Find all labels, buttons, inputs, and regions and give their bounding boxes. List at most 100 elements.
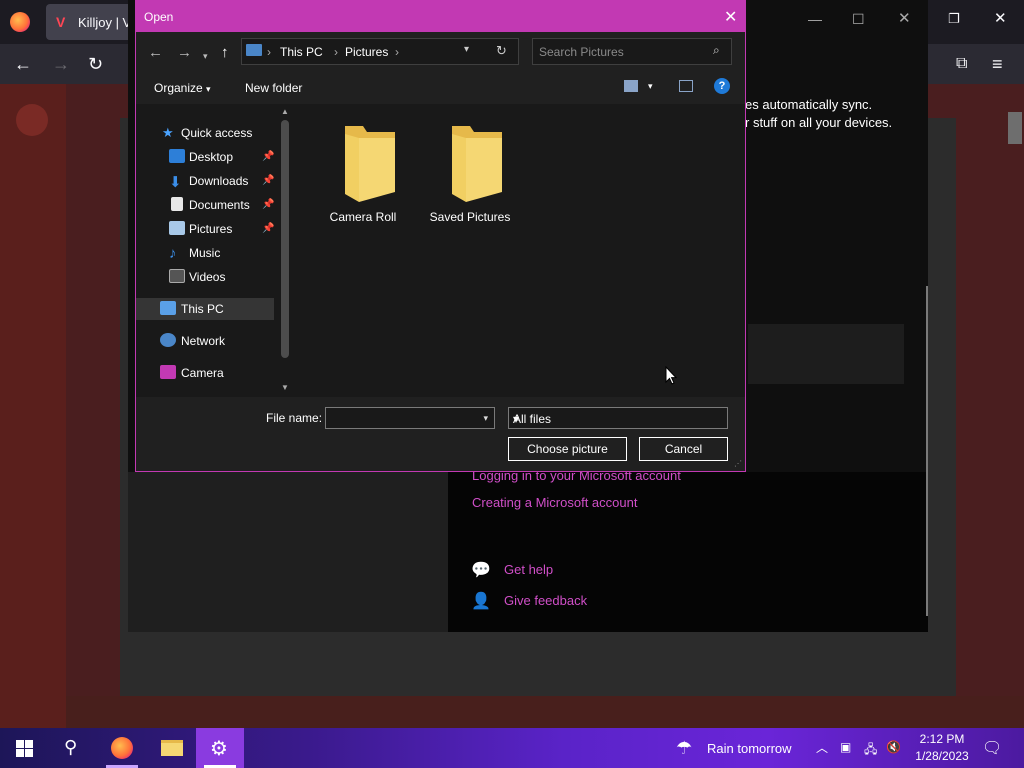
weather-text[interactable]: Rain tomorrow xyxy=(707,741,792,756)
recent-locations-icon[interactable]: ▾ xyxy=(203,47,208,65)
camera-icon xyxy=(160,365,176,379)
give-feedback-link[interactable]: Give feedback xyxy=(504,593,587,608)
search-icon[interactable]: ⌕ xyxy=(713,43,720,58)
show-hidden-icons-icon[interactable]: ︿ xyxy=(816,739,828,756)
folder-saved-pictures[interactable]: Saved Pictures xyxy=(422,122,518,224)
network-icon xyxy=(160,333,176,347)
address-row: ← → ▾ ↑ › This PC › Pictures › ▾ ↻ ⌕ xyxy=(136,32,745,72)
breadcrumb-pictures[interactable]: Pictures xyxy=(345,45,388,59)
organize-button[interactable]: Organize ▾ xyxy=(154,81,211,95)
reload-icon[interactable]: ↻ xyxy=(88,55,103,73)
refresh-icon[interactable]: ↻ xyxy=(496,43,507,59)
desktop-icon xyxy=(169,149,185,163)
start-button[interactable] xyxy=(0,728,48,768)
dialog-title-bar: Open ✕ xyxy=(136,1,745,32)
folder-label: Saved Pictures xyxy=(429,210,511,224)
firefox-logo-icon[interactable] xyxy=(10,12,30,32)
choose-picture-button[interactable]: Choose picture xyxy=(508,437,627,461)
nav-item-music[interactable]: ♪ Music xyxy=(136,242,274,264)
address-dropdown-icon[interactable]: ▾ xyxy=(464,44,469,55)
folder-icon xyxy=(345,126,395,202)
settings-taskbar-button[interactable]: ⚙ xyxy=(196,728,244,768)
address-bar[interactable]: › This PC › Pictures › ▾ ↻ xyxy=(241,38,519,65)
get-help-link[interactable]: Get help xyxy=(504,562,553,577)
dialog-bottom-area: File name: ▾ All files ▾ Choose picture … xyxy=(136,397,745,471)
browser-close-icon[interactable]: ✕ xyxy=(994,10,1007,28)
settings-close-icon[interactable]: ✕ xyxy=(898,10,911,28)
nav-item-network[interactable]: Network xyxy=(136,330,274,352)
nav-item-downloads[interactable]: ⬇ Downloads 📌 xyxy=(136,170,274,192)
breadcrumb-separator: › xyxy=(395,45,399,59)
back-icon[interactable]: ← xyxy=(14,55,32,73)
weather-rain-icon[interactable]: ☂ xyxy=(676,738,692,759)
settings-left-pane xyxy=(128,472,448,632)
preview-pane-icon[interactable] xyxy=(679,80,693,92)
restore-icon[interactable]: ❐ xyxy=(948,10,960,28)
search-input[interactable] xyxy=(539,44,709,60)
pin-icon: 📌 xyxy=(262,223,275,234)
cancel-button[interactable]: Cancel xyxy=(639,437,728,461)
volume-muted-icon[interactable]: 🔇 xyxy=(886,740,901,754)
new-folder-button[interactable]: New folder xyxy=(245,81,302,95)
gear-icon: ⚙ xyxy=(210,738,228,760)
breadcrumb-separator: › xyxy=(267,45,271,59)
dialog-close-icon[interactable]: ✕ xyxy=(724,7,737,27)
chevron-down-icon: ▾ xyxy=(513,412,520,426)
web-page-bottom-strip xyxy=(66,696,1024,728)
resize-grip-icon[interactable]: ⋰ xyxy=(734,459,742,468)
folder-icon xyxy=(452,126,502,202)
extensions-icon[interactable]: ⧉ xyxy=(956,55,967,73)
file-name-label: File name: xyxy=(266,411,323,425)
chevron-down-icon[interactable]: ▾ xyxy=(483,413,488,424)
nav-item-documents[interactable]: Documents 📌 xyxy=(136,194,274,216)
search-taskbar-button[interactable]: ⚲ xyxy=(48,728,96,768)
nav-item-pictures[interactable]: Pictures 📌 xyxy=(136,218,274,240)
dialog-back-icon[interactable]: ← xyxy=(148,44,163,62)
firefox-taskbar-button[interactable] xyxy=(98,728,146,768)
dialog-toolbar: Organize ▾ New folder ▾ ? xyxy=(136,72,745,104)
help-icon[interactable]: ? xyxy=(714,78,730,94)
page-scrollbar-thumb[interactable] xyxy=(1008,112,1022,144)
network-tray-icon[interactable]: 🖧 xyxy=(864,740,877,761)
chevron-down-icon: ▾ xyxy=(206,84,211,94)
dialog-forward-icon[interactable]: → xyxy=(177,44,192,62)
navigation-pane: ★ Quick access Desktop 📌 ⬇ Downloads 📌 D… xyxy=(136,104,294,397)
folder-icon xyxy=(161,740,183,756)
menu-icon[interactable]: ≡ xyxy=(992,55,1003,73)
folder-camera-roll[interactable]: Camera Roll xyxy=(315,122,411,224)
nav-item-quick-access[interactable]: ★ Quick access xyxy=(136,122,274,144)
file-type-select[interactable]: All files ▾ xyxy=(508,407,728,429)
notifications-icon[interactable]: 🗨 xyxy=(982,738,1002,758)
star-icon: ★ xyxy=(162,125,174,140)
forward-icon[interactable]: → xyxy=(52,55,70,73)
search-box[interactable]: ⌕ xyxy=(532,38,732,65)
meet-now-icon[interactable]: ▣ xyxy=(840,740,851,754)
scroll-up-icon[interactable]: ▲ xyxy=(281,107,289,116)
downloads-icon: ⬇ xyxy=(169,174,182,191)
maximize-icon[interactable]: ☐ xyxy=(852,10,865,28)
nav-scroll-thumb[interactable] xyxy=(281,120,289,358)
clock-date[interactable]: 1/28/2023 xyxy=(910,749,974,763)
nav-item-desktop[interactable]: Desktop 📌 xyxy=(136,146,274,168)
file-explorer-taskbar-button[interactable] xyxy=(148,728,196,768)
nav-item-camera[interactable]: Camera xyxy=(136,362,274,384)
view-options-icon[interactable]: ▾ xyxy=(648,81,653,92)
link-create-account[interactable]: Creating a Microsoft account xyxy=(472,495,637,510)
minimize-icon[interactable]: — xyxy=(808,10,822,28)
web-page-left-rail xyxy=(0,84,66,728)
site-logo-icon xyxy=(16,104,48,136)
breadcrumb-this-pc[interactable]: This PC xyxy=(280,45,323,59)
up-icon[interactable]: ↑ xyxy=(221,44,229,62)
settings-scrollbar[interactable] xyxy=(926,286,928,616)
sync-description: es automatically sync. r stuff on all yo… xyxy=(745,97,893,130)
clock-time[interactable]: 2:12 PM xyxy=(916,732,968,746)
nav-item-this-pc[interactable]: This PC xyxy=(136,298,274,320)
search-icon: ⚲ xyxy=(64,737,78,757)
nav-pane-scrollbar[interactable]: ▲ ▼ xyxy=(276,104,294,397)
scroll-down-icon[interactable]: ▼ xyxy=(281,383,289,392)
breadcrumb-separator: › xyxy=(334,45,338,59)
change-view-icon[interactable] xyxy=(624,80,638,92)
nav-item-videos[interactable]: Videos xyxy=(136,266,274,288)
firefox-icon xyxy=(111,737,133,759)
file-name-input[interactable]: ▾ xyxy=(325,407,495,429)
